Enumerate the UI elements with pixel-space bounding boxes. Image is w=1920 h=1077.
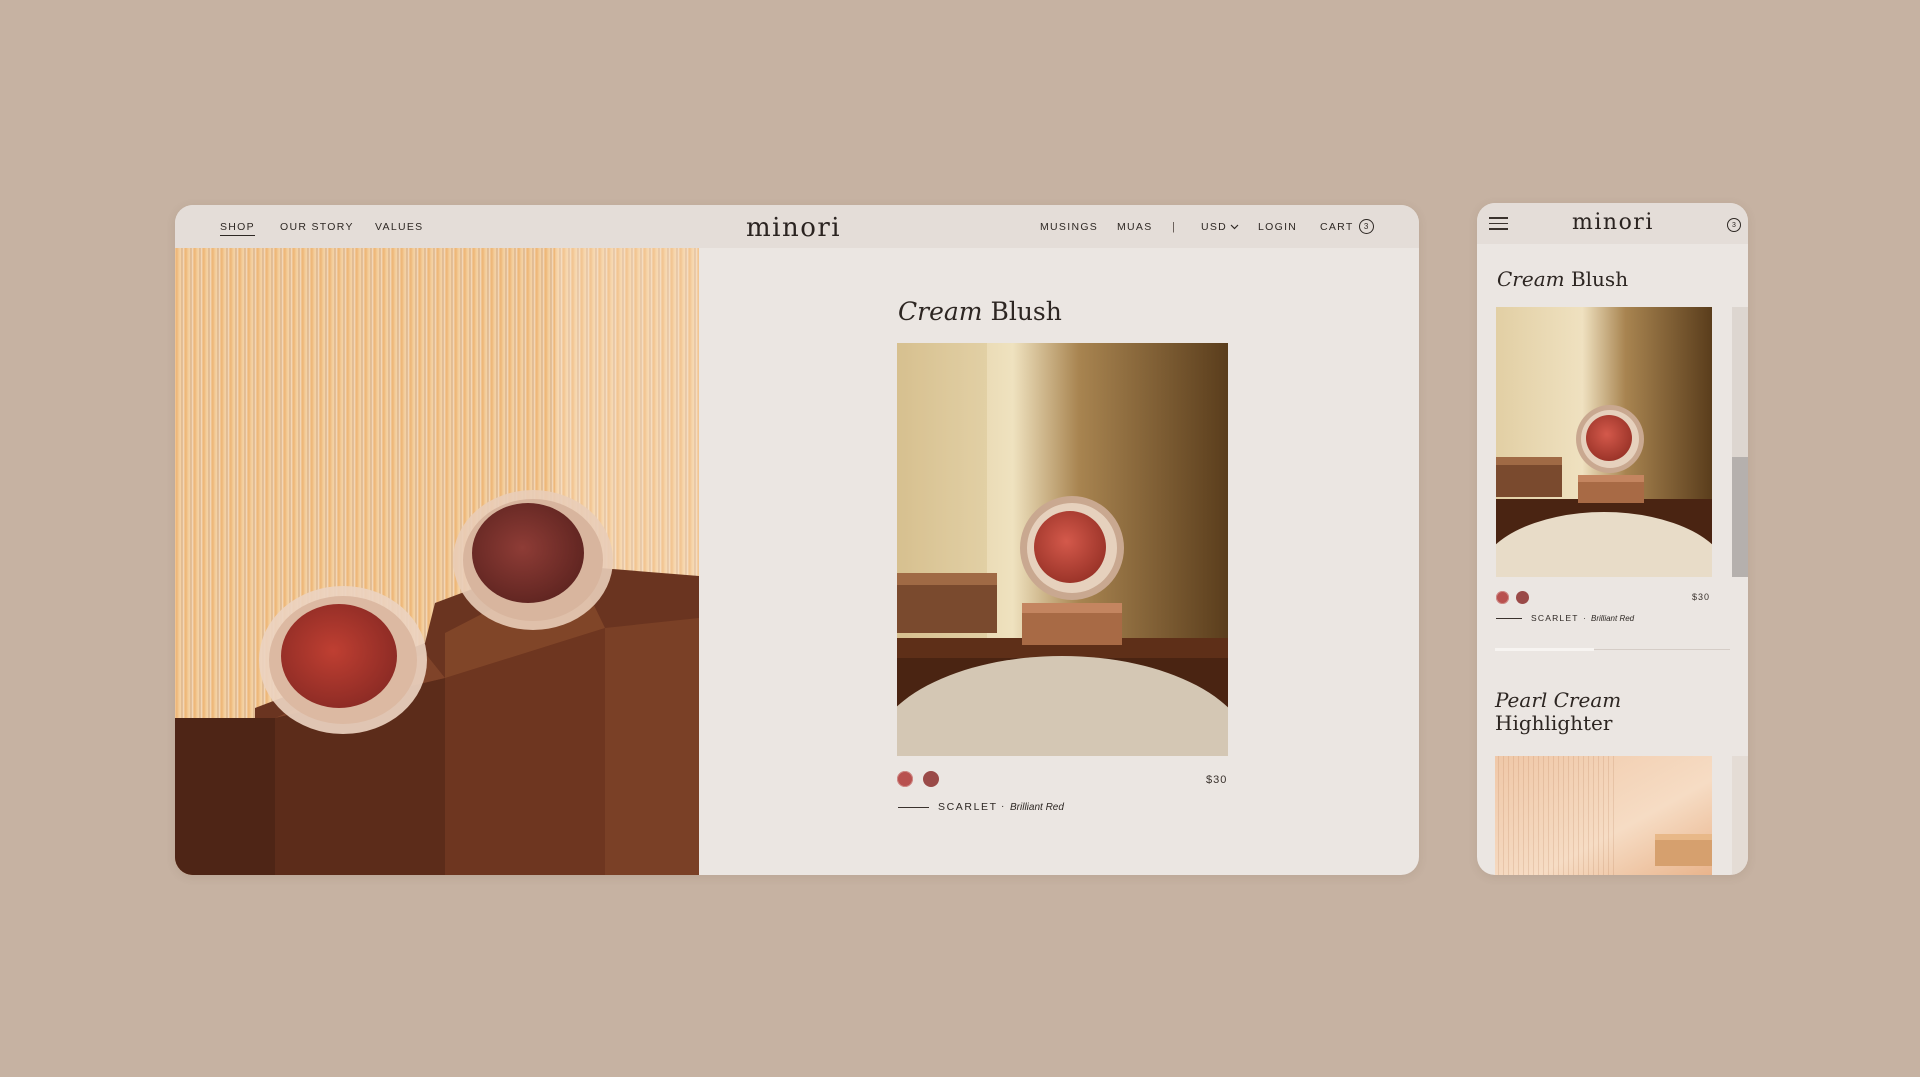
shade-line	[898, 807, 929, 808]
carousel-next-peek[interactable]	[1732, 307, 1748, 577]
nav-login[interactable]: LOGIN	[1258, 221, 1297, 233]
product-image[interactable]	[897, 343, 1228, 756]
mobile-product-title: Cream Blush	[1497, 267, 1628, 291]
product-title-regular: Blush	[990, 297, 1062, 326]
nav-shop[interactable]: SHOP	[220, 221, 255, 236]
mobile-nav-bar: minori 3	[1477, 203, 1748, 244]
cart-count-icon[interactable]: 3	[1727, 218, 1741, 232]
currency-label: USD	[1201, 221, 1228, 233]
mobile-brand-logo[interactable]: minori	[1572, 210, 1654, 235]
mobile-shade-separator: ·	[1583, 613, 1586, 623]
nav-musings[interactable]: MUSINGS	[1040, 221, 1098, 233]
mobile-product-title-2: Pearl Cream Highlighter	[1495, 689, 1621, 735]
mobile-shade-description: Brilliant Red	[1591, 614, 1635, 623]
nav-muas[interactable]: MUAs	[1117, 221, 1153, 233]
mobile-product-title-regular: Blush	[1570, 267, 1629, 291]
mobile-swatch-alt[interactable]	[1516, 591, 1529, 604]
currency-selector[interactable]: USD	[1201, 221, 1239, 233]
carousel-next-peek-2[interactable]	[1732, 756, 1748, 875]
mobile-shade-line	[1496, 618, 1522, 619]
product-price: $30	[1206, 774, 1228, 786]
cart-count-badge: 3	[1358, 219, 1374, 234]
shade-name: SCARLET	[938, 801, 998, 813]
mobile-product-2-title-regular: Highlighter	[1495, 711, 1613, 735]
mobile-product-image[interactable]	[1496, 307, 1712, 577]
mobile-preview: minori 3 Cream Blush $30 SCARLET · Brill…	[1477, 203, 1748, 875]
swatch-alt[interactable]	[923, 771, 939, 787]
product-title-italic: Cream	[898, 297, 983, 326]
nav-our-story[interactable]: OUR STORY	[280, 221, 354, 233]
product-title: Cream Blush	[898, 297, 1062, 326]
cart-button[interactable]: CART 3	[1320, 219, 1374, 234]
mobile-product-title-italic: Cream	[1497, 267, 1565, 291]
swatch-scarlet[interactable]	[897, 771, 913, 787]
carousel-progress-fill	[1495, 648, 1594, 651]
mobile-product-image-2[interactable]	[1495, 756, 1712, 875]
chevron-down-icon	[1230, 224, 1239, 230]
nav-values[interactable]: VALUES	[375, 221, 423, 233]
cart-label: CART	[1320, 220, 1354, 233]
hero-image	[175, 248, 699, 875]
nav-divider: |	[1172, 221, 1175, 233]
mobile-product-2-title-italic: Pearl Cream	[1495, 688, 1622, 712]
shade-separator: ·	[1001, 801, 1005, 812]
desktop-preview: SHOP OUR STORY VALUES minori MUSINGS MUA…	[175, 205, 1419, 875]
shade-description: Brilliant Red	[1010, 802, 1064, 813]
mobile-product-price: $30	[1692, 592, 1711, 602]
hamburger-menu-icon[interactable]	[1489, 217, 1508, 230]
mobile-swatch-scarlet[interactable]	[1496, 591, 1509, 604]
brand-logo[interactable]: minori	[746, 213, 841, 243]
mobile-shade-name: SCARLET	[1531, 613, 1579, 623]
desktop-nav-bar: SHOP OUR STORY VALUES minori MUSINGS MUA…	[175, 205, 1419, 248]
